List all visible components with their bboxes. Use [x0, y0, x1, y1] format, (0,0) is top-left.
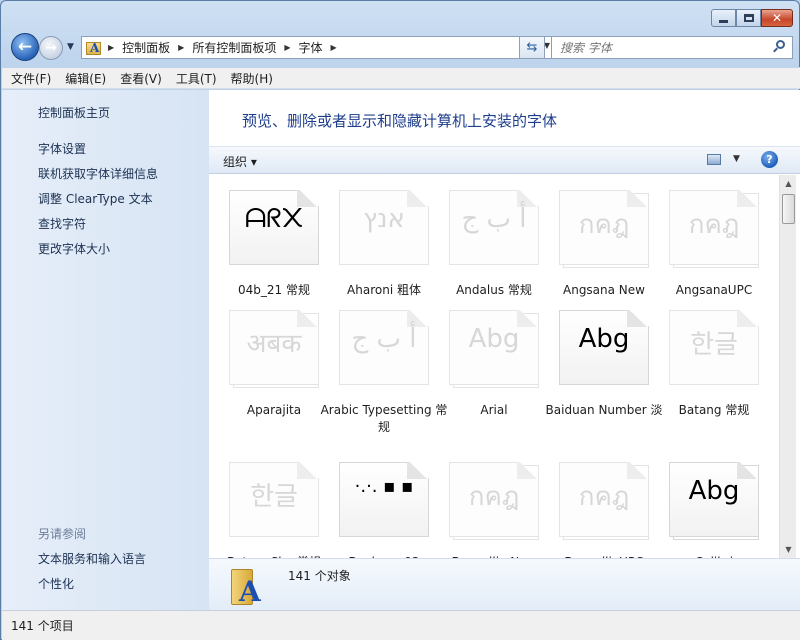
- task-pane: 控制面板主页 字体设置 联机获取字体详细信息 调整 ClearType 文本 查…: [2, 90, 209, 610]
- explorer-window: ✕ ← → ▼ A ▶ 控制面板 ▶ 所有控制面板项 ▶ 字体 ▶ ▼ ⇆ 文件…: [0, 0, 800, 640]
- navigation-bar: ← → ▼ A ▶ 控制面板 ▶ 所有控制面板项 ▶ 字体 ▶ ▼ ⇆: [9, 33, 793, 61]
- menu-bar: 文件(F) 编辑(E) 查看(V) 工具(T) 帮助(H): [2, 67, 800, 89]
- font-sample-text: กคฎ: [578, 210, 630, 240]
- font-sample-text: ·.·. ▪ ▪: [354, 476, 414, 497]
- close-icon: ✕: [771, 11, 783, 25]
- text-services-link[interactable]: 文本服务和输入语言: [38, 550, 146, 567]
- menu-file[interactable]: 文件(F): [11, 70, 51, 87]
- font-name-label: AngsanaUPC: [675, 283, 753, 297]
- font-sample-text: 한글: [250, 482, 298, 512]
- font-sample-text: 한글: [690, 330, 738, 360]
- search-input[interactable]: [552, 37, 762, 58]
- minimize-icon: [719, 19, 728, 23]
- control-panel-home-link[interactable]: 控制面板主页: [38, 104, 110, 121]
- breadcrumb-arrow-icon[interactable]: ▶: [178, 43, 184, 52]
- page-title: 预览、删除或者显示和隐藏计算机上安装的字体: [242, 112, 558, 130]
- command-bar: 组织 ▾ ▼ ?: [209, 146, 800, 174]
- refresh-button[interactable]: ⇆: [519, 36, 545, 59]
- font-file-icon: Abg: [669, 462, 763, 540]
- breadcrumb-arrow-icon[interactable]: ▶: [331, 43, 337, 52]
- caption-buttons: ✕: [711, 9, 793, 27]
- menu-help[interactable]: 帮助(H): [231, 70, 273, 87]
- font-sample-text: أ ب ج: [351, 324, 417, 354]
- menu-edit[interactable]: 编辑(E): [65, 70, 106, 87]
- font-file-icon: אנץ: [339, 190, 433, 268]
- font-sample-text: Abg: [578, 324, 630, 354]
- adjust-cleartype-link[interactable]: 调整 ClearType 文本: [38, 190, 153, 207]
- object-count: 141 个对象: [288, 569, 351, 583]
- font-file-icon: กคฎ: [669, 190, 763, 268]
- font-sample-text: अबक: [246, 329, 302, 359]
- get-font-info-online-link[interactable]: 联机获取字体详细信息: [38, 165, 158, 182]
- font-sample-text: กคฎ: [688, 210, 740, 240]
- details-pane: A 141 个对象: [209, 558, 800, 610]
- font-file-icon: أ ب ج: [339, 310, 433, 388]
- font-grid: ᗩᖇ᙭ 04b_21 常规 אנץ Aharoni 粗体 أ ب ج Andalus 常规…: [209, 175, 779, 558]
- see-also-heading: 另请参阅: [38, 527, 87, 541]
- font-file-icon: أ ب ج: [449, 190, 543, 268]
- search-icon[interactable]: [773, 40, 786, 53]
- organize-button[interactable]: 组织 ▾: [223, 153, 257, 170]
- font-file-icon: Abg: [449, 310, 543, 388]
- content-pane: 预览、删除或者显示和隐藏计算机上安装的字体 组织 ▾ ▼ ? ᗩᖇ᙭ 04b_21…: [209, 90, 800, 610]
- font-settings-link[interactable]: 字体设置: [38, 140, 86, 157]
- recent-pages-dropdown[interactable]: ▼: [67, 42, 74, 52]
- address-bar[interactable]: A ▶ 控制面板 ▶ 所有控制面板项 ▶ 字体 ▶ ▼: [81, 36, 555, 59]
- font-sample-text: ᗩᖇ᙭: [244, 204, 304, 234]
- breadcrumb-fonts[interactable]: 字体: [299, 39, 323, 56]
- maximize-button[interactable]: [736, 9, 761, 27]
- vertical-scrollbar[interactable]: ▲ ▼: [779, 175, 796, 558]
- font-name-label: Batang 常规: [678, 403, 750, 417]
- breadcrumb-control-panel[interactable]: 控制面板: [122, 39, 170, 56]
- view-options-dropdown-icon[interactable]: ▼: [733, 154, 740, 164]
- change-view-icon[interactable]: [707, 154, 721, 165]
- font-sample-text: أ ب ج: [461, 204, 527, 234]
- font-file-icon: กคฎ: [559, 190, 653, 268]
- close-button[interactable]: ✕: [761, 9, 793, 27]
- maximize-icon: [743, 14, 754, 22]
- scroll-up-arrow-icon[interactable]: ▲: [780, 175, 797, 192]
- fonts-folder-icon: A: [86, 40, 102, 56]
- scroll-down-arrow-icon[interactable]: ▼: [780, 541, 797, 558]
- search-box[interactable]: [551, 36, 793, 59]
- font-sample-text: กคฎ: [578, 482, 630, 512]
- back-arrow-icon: ←: [17, 37, 33, 57]
- minimize-button[interactable]: [711, 9, 736, 27]
- font-file-icon: 한글: [669, 310, 763, 388]
- forward-button[interactable]: →: [39, 36, 63, 60]
- forward-arrow-icon: →: [45, 40, 57, 56]
- breadcrumb-root-arrow-icon[interactable]: ▶: [108, 43, 114, 52]
- font-sample-text: กคฎ: [468, 482, 520, 512]
- breadcrumb-all-items[interactable]: 所有控制面板项: [192, 39, 276, 56]
- font-file-icon: अबक: [229, 310, 323, 388]
- refresh-icon: ⇆: [526, 40, 538, 55]
- font-file-icon: 한글: [229, 462, 323, 540]
- fonts-folder-large-icon: A: [229, 565, 269, 608]
- font-file-icon: กคฎ: [559, 462, 653, 540]
- back-button[interactable]: ←: [11, 33, 39, 61]
- font-file-icon: Abg: [559, 310, 653, 388]
- change-font-size-link[interactable]: 更改字体大小: [38, 240, 110, 257]
- breadcrumb-arrow-icon[interactable]: ▶: [284, 43, 290, 52]
- font-file-icon: กคฎ: [449, 462, 543, 540]
- find-character-link[interactable]: 查找字符: [38, 215, 86, 232]
- font-sample-text: Abg: [468, 324, 520, 354]
- font-file-icon: ᗩᖇ᙭: [229, 190, 323, 268]
- scroll-thumb[interactable]: [782, 194, 795, 224]
- personalization-link[interactable]: 个性化: [38, 575, 74, 592]
- font-file-icon: ·.·. ▪ ▪: [339, 462, 433, 540]
- item-count: 141 个项目: [11, 619, 74, 633]
- font-sample-text: אנץ: [363, 204, 405, 234]
- help-icon[interactable]: ?: [761, 151, 778, 168]
- status-bar: 141 个项目: [2, 610, 800, 640]
- menu-view[interactable]: 查看(V): [120, 70, 162, 87]
- menu-tools[interactable]: 工具(T): [176, 70, 217, 87]
- font-sample-text: Abg: [688, 476, 740, 506]
